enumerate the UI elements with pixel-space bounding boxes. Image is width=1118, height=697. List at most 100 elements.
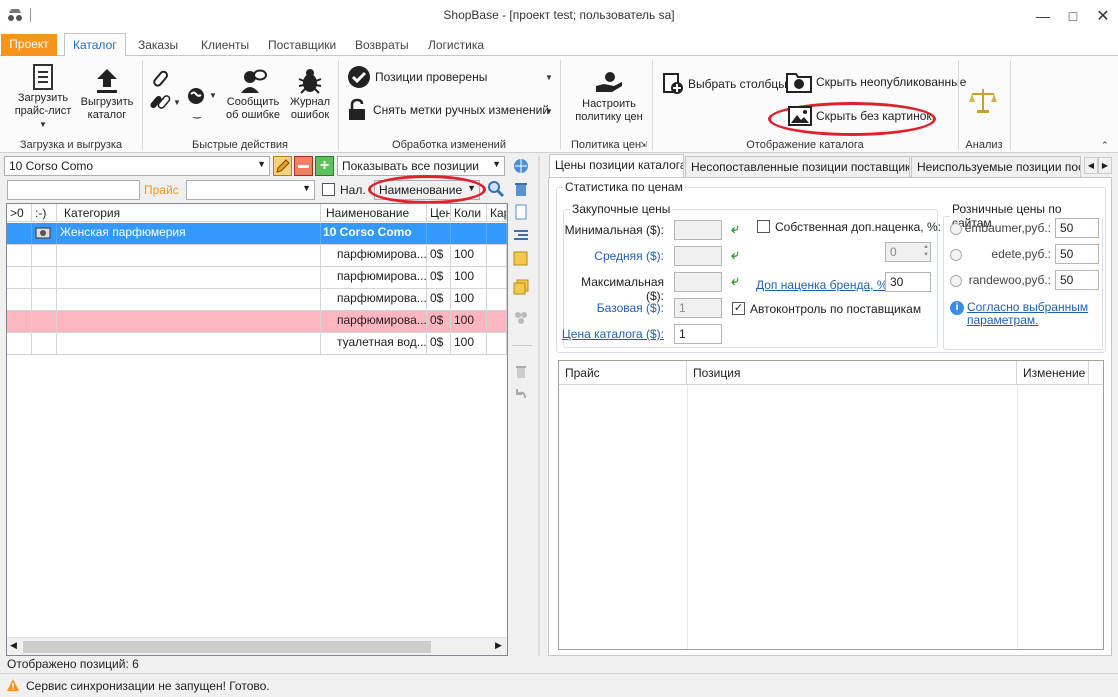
catalog-select[interactable]: 10 Corso Como ▼ (4, 156, 270, 176)
scrollbar-thumb[interactable] (23, 641, 431, 653)
copy-icon[interactable] (513, 279, 529, 295)
green-arrow-icon[interactable]: ⤶ (731, 220, 739, 237)
site-radio[interactable] (950, 249, 962, 261)
site-price-field[interactable]: 50 (1055, 244, 1099, 264)
group-icon[interactable] (513, 309, 529, 325)
tab-suppliers[interactable]: Поставщики (260, 35, 344, 56)
brand-markup-label[interactable]: Доп наценка бренда, %: (756, 278, 891, 292)
edit-pencil-icon[interactable] (273, 156, 292, 176)
table-row[interactable]: Женская парфюмерия 10 Corso Como (7, 223, 507, 245)
tab-catalog-prices[interactable]: Цены позиции каталога (549, 154, 684, 177)
scroll-right-icon[interactable]: ▶ (495, 640, 502, 651)
chevron-down-icon[interactable]: ▼ (545, 107, 553, 116)
tab-logistics[interactable]: Логистика (420, 35, 492, 56)
indent-icon[interactable] (513, 227, 529, 243)
column-header[interactable]: Позиция (687, 361, 1017, 384)
tab-returns[interactable]: Возвраты (347, 35, 417, 56)
tab-unused-positions[interactable]: Неиспользуемые позиции поста (911, 156, 1081, 177)
scales-icon[interactable] (968, 86, 998, 114)
load-price-button[interactable]: Загрузить прайс-лист ▼ (10, 62, 76, 131)
table-cell (32, 245, 57, 266)
close-button[interactable]: ✕ (1086, 0, 1118, 31)
chevron-down-icon[interactable]: ▼ (545, 73, 553, 82)
tab-unmatched-positions[interactable]: Несопоставленные позиции поставщиков (685, 156, 910, 177)
tab-project[interactable]: Проект (1, 34, 57, 56)
remove-icon[interactable] (294, 156, 313, 176)
brand-markup-field[interactable]: 30 (885, 272, 931, 292)
agreed-params-link[interactable]: Согласно выбранным параметрам. (967, 301, 1088, 327)
tab-scroll-left-icon[interactable]: ◀ (1084, 157, 1098, 174)
select-columns-button[interactable]: Выбрать столбцы (662, 72, 787, 96)
catalog-price-label[interactable]: Цена каталога ($): (560, 327, 664, 341)
globe-icon[interactable] (186, 86, 206, 106)
positions-checked-button[interactable]: Позиции проверены (347, 65, 552, 89)
undo-icon[interactable] (513, 386, 529, 402)
avg-price-field[interactable] (674, 246, 722, 266)
tab-clients[interactable]: Клиенты (193, 35, 257, 56)
green-arrow-icon[interactable]: ⤶ (731, 272, 739, 289)
chevron-down-icon[interactable]: ▼ (209, 91, 217, 100)
price-select[interactable]: ▼ (186, 180, 315, 200)
autocontrol-checkbox[interactable]: ✓ (732, 302, 745, 315)
table-cell: парфюмирова... (321, 311, 427, 332)
error-journal-button[interactable]: Журнал ошибок (284, 66, 336, 122)
site-radio[interactable] (950, 275, 962, 287)
column-header[interactable]: Наименование (321, 204, 427, 221)
remove-marks-button[interactable]: Снять метки ручных изменений (347, 98, 552, 122)
collapse-ribbon-icon[interactable]: ⌃ (1101, 140, 1109, 151)
hide-unpublished-button[interactable]: Скрыть неопубликованные (786, 70, 966, 94)
setup-price-policy-button[interactable]: Настроить политику цен (568, 68, 650, 124)
add-icon[interactable]: + (315, 156, 334, 176)
pill-icon[interactable] (152, 70, 170, 88)
base-price-field[interactable]: 1 (674, 298, 722, 318)
column-header[interactable]: Коли (451, 204, 487, 221)
dialog-launcher-icon[interactable]: ⇲ (640, 140, 647, 149)
stepper-arrows-icon[interactable]: ▲ ▼ (923, 243, 929, 259)
scroll-left-icon[interactable]: ◀ (10, 640, 17, 651)
table-row[interactable]: парфюмирова... 0$ 100 (7, 311, 507, 333)
column-header[interactable]: :-) (32, 204, 57, 221)
search-icon[interactable] (487, 180, 505, 198)
table-row[interactable]: парфюмирова... 0$ 100 (7, 289, 507, 311)
column-header[interactable]: Изменение (1017, 361, 1089, 384)
panel-splitter[interactable] (538, 156, 540, 656)
own-markup-stepper[interactable]: 0 ▲ ▼ (885, 242, 931, 262)
own-markup-checkbox[interactable] (757, 220, 770, 233)
site-radio[interactable] (950, 223, 962, 235)
maximize-button[interactable]: □ (1056, 0, 1090, 31)
horizontal-scrollbar[interactable]: ◀ ▶ (7, 637, 507, 655)
minimize-button[interactable]: — (1026, 0, 1060, 31)
pills-icon[interactable] (150, 93, 172, 111)
min-price-field[interactable] (674, 220, 722, 240)
clear-icon[interactable] (513, 364, 529, 380)
base-price-label[interactable]: Базовая ($): (560, 301, 664, 315)
max-price-field[interactable] (674, 272, 722, 292)
green-arrow-icon[interactable]: ⤶ (731, 246, 739, 263)
chevron-down-icon[interactable]: ▼ (173, 98, 181, 107)
column-header[interactable]: >0 (7, 204, 32, 221)
hide-no-images-button[interactable]: Скрыть без картинок (788, 106, 932, 126)
tab-orders[interactable]: Заказы (130, 35, 186, 56)
globe-sync-icon[interactable] (513, 158, 529, 174)
table-row[interactable]: парфюмирова... 0$ 100 (7, 245, 507, 267)
site-price-field[interactable]: 50 (1055, 218, 1099, 238)
catalog-price-field[interactable]: 1 (674, 324, 722, 344)
column-header[interactable]: Кар (487, 204, 507, 221)
search-input[interactable] (7, 180, 140, 200)
column-header[interactable]: Цен (427, 204, 451, 221)
show-positions-select[interactable]: Показывать все позиции ▼ (337, 156, 505, 176)
site-price-field[interactable]: 50 (1055, 270, 1099, 290)
report-error-button[interactable]: Сообщить об ошибке (222, 66, 284, 122)
export-catalog-button[interactable]: Выгрузить каталог (76, 66, 138, 122)
note-add-icon[interactable] (513, 250, 529, 266)
table-row[interactable]: туалетная вод... 0$ 100 (7, 333, 507, 355)
tab-scroll-right-icon[interactable]: ▶ (1098, 157, 1112, 174)
table-row[interactable]: парфюмирова... 0$ 100 (7, 267, 507, 289)
tab-catalog[interactable]: Каталог (64, 33, 126, 57)
page-icon[interactable] (513, 204, 529, 220)
avg-price-label[interactable]: Средняя ($): (560, 249, 664, 263)
column-header[interactable]: Прайс (559, 361, 687, 384)
column-header[interactable]: Категория (57, 204, 321, 221)
trash-icon[interactable] (513, 181, 529, 197)
nal-checkbox[interactable] (322, 183, 335, 196)
